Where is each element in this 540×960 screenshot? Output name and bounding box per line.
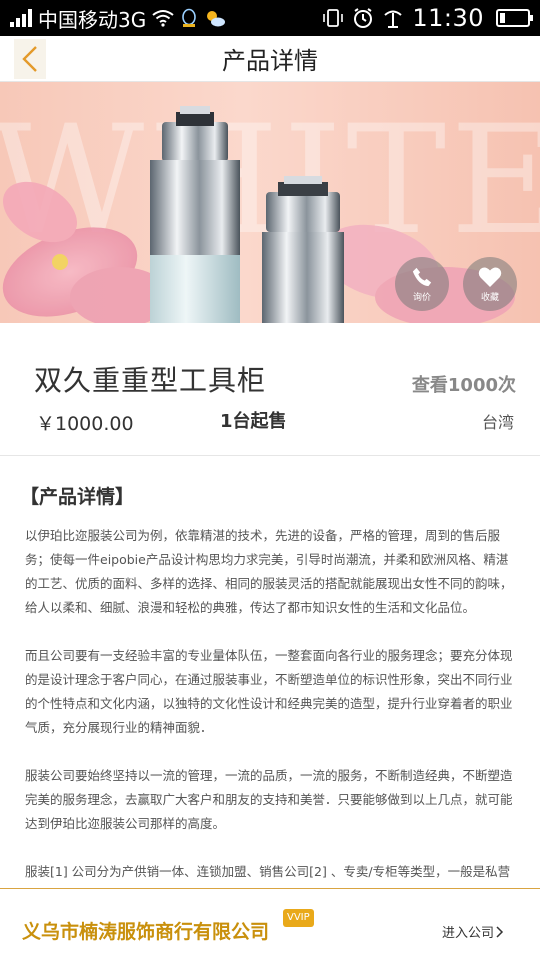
network-icon — [382, 7, 404, 29]
favorite-label: 收藏 — [480, 292, 499, 303]
clock: 11:30 — [412, 4, 484, 32]
heart-icon — [478, 267, 502, 287]
alarm-icon — [352, 7, 374, 29]
inquiry-button[interactable]: 询价 — [395, 257, 449, 311]
vibrate-icon — [322, 8, 344, 28]
product-banner[interactable]: WHITE 询价 收藏 — [0, 82, 540, 323]
phone-icon — [412, 267, 432, 286]
minimum-order: 1台起售 — [220, 411, 287, 432]
inquiry-label: 询价 — [412, 292, 431, 303]
enter-company-label: 进入公司 — [441, 926, 494, 941]
details-body: 以伊珀比迩服装公司为例，依靠精湛的技术，先进的设备，严格的管理，周到的售后服务；… — [25, 524, 515, 932]
details-heading: 【产品详情】 — [20, 486, 135, 508]
company-bar: 义乌市楠涛服饰商行有限公司 VVIP 进入公司 — [0, 888, 540, 960]
battery-level — [500, 13, 506, 23]
company-name[interactable]: 义乌市楠涛服饰商行有限公司 — [22, 917, 269, 944]
view-count: 查看1000次 — [411, 375, 516, 396]
vvip-badge: VVIP — [283, 909, 314, 927]
wifi-icon — [152, 9, 174, 27]
signal-icon — [10, 9, 32, 27]
product-info: 双久重重型工具柜 查看1000次 ￥1000.00 1台起售 台湾 — [0, 323, 540, 456]
page-title: 产品详情 — [222, 47, 318, 75]
product-region: 台湾 — [481, 413, 514, 432]
chevron-right-icon — [496, 925, 504, 938]
product-details: 【产品详情】 以伊珀比迩服装公司为例，依靠精湛的技术，先进的设备，严格的管理，周… — [0, 456, 540, 903]
carrier-label: 中国移动3G — [38, 7, 147, 32]
weather-icon — [204, 8, 226, 28]
qq-icon — [180, 8, 198, 28]
details-paragraph: 以伊珀比迩服装公司为例，依靠精湛的技术，先进的设备，严格的管理，周到的售后服务；… — [25, 528, 513, 615]
details-paragraph: 服装公司要始终坚持以一流的管理，一流的品质，一流的服务，不断制造经典，不断塑造完… — [25, 768, 513, 831]
details-paragraph: 而且公司要有一支经验丰富的专业量体队伍，一整套面向各行业的服务理念；要充分体现的… — [25, 648, 513, 735]
status-bar: 中国移动3G 11:30 — [0, 0, 540, 36]
battery-icon — [496, 9, 533, 27]
chevron-left-icon — [22, 46, 37, 72]
top-nav: 产品详情 — [0, 36, 540, 82]
favorite-button[interactable]: 收藏 — [463, 257, 517, 311]
product-image: WHITE — [0, 94, 540, 323]
back-button[interactable] — [14, 39, 46, 79]
enter-company-link[interactable]: 进入公司 — [442, 922, 504, 941]
product-price: ￥1000.00 — [36, 413, 134, 435]
product-name: 双久重重型工具柜 — [34, 364, 267, 397]
